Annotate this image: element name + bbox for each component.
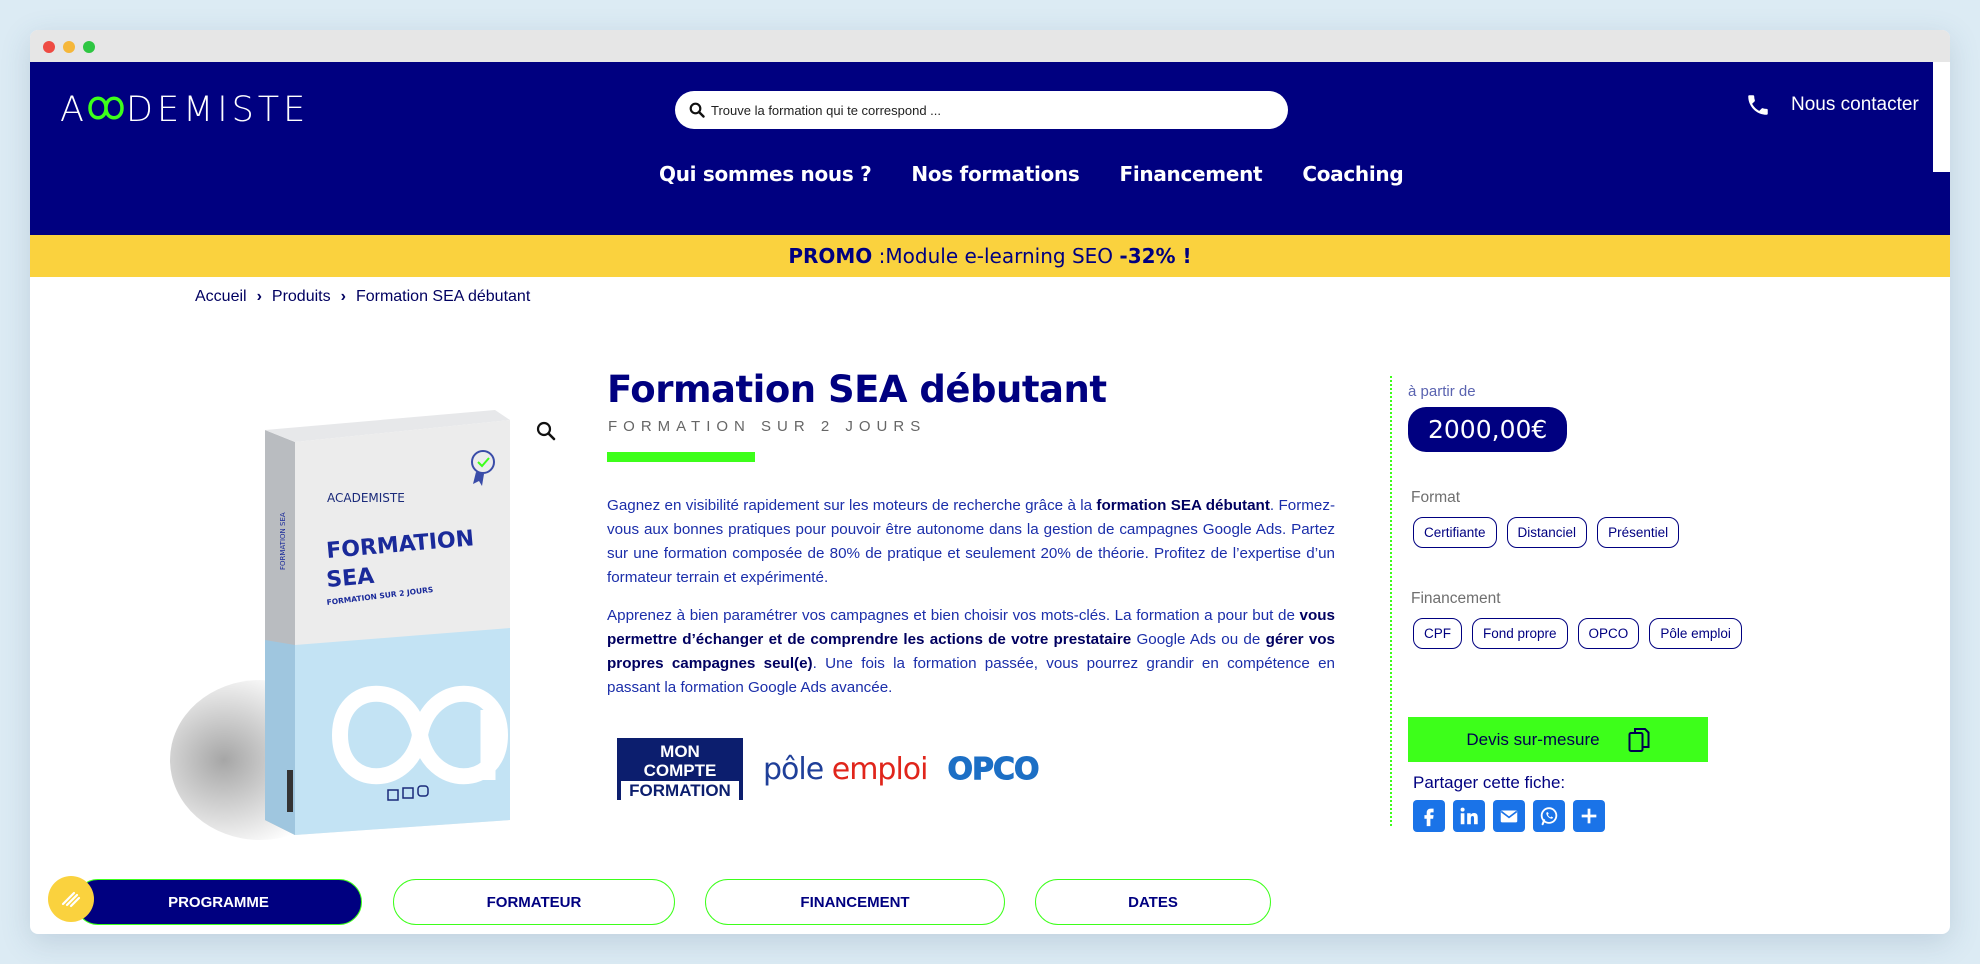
product-title: Formation SEA débutant [607,368,1107,411]
academiste-logo: A DEMISTE [60,90,309,130]
emploi-text: emploi [823,751,929,787]
opco-logo: OPCO [947,751,1040,787]
facebook-share-button[interactable] [1413,800,1445,832]
svg-text:DEMISTE: DEMISTE [126,90,309,128]
financing-chip-opco[interactable]: OPCO [1577,618,1640,649]
box-brand: ACADEMISTE [327,491,405,505]
close-window-dot[interactable] [43,41,55,53]
side-tab [1933,62,1950,172]
quote-button[interactable]: Devis sur-mesure [1408,717,1708,762]
browser-window: A DEMISTE Nous contacter Qui sommes nous… [30,30,1950,934]
mcf-line: MON [660,742,700,761]
main-nav: Qui sommes nous ? Nos formations Finance… [659,162,1443,186]
nav-item-formations[interactable]: Nos formations [911,162,1079,186]
badge-icon [48,876,94,922]
financing-chip-pole-emploi[interactable]: Pôle emploi [1649,618,1742,649]
maximize-window-dot[interactable] [83,41,95,53]
quote-button-label: Devis sur-mesure [1466,729,1600,749]
whatsapp-icon [1540,807,1558,826]
mon-compte-formation-logo: MON COMPTE FORMATION [617,738,743,800]
box-title-line2: SEA [325,564,375,593]
phone-icon [1748,95,1768,115]
breadcrumb-home[interactable]: Accueil [195,288,247,306]
contact-label: Nous contacter [1791,94,1919,115]
pole-emploi-logo: pôle emploi [763,751,929,787]
price-from-label: à partir de [1408,383,1476,400]
text-span: Gagnez en visibilité rapidement sur les … [607,497,1097,514]
share-buttons [1413,800,1605,832]
promo-banner[interactable]: PROMO :Module e-learning SEO -32% ! [30,235,1950,277]
linkedin-share-button[interactable] [1453,800,1485,832]
share-label: Partager cette fiche: [1413,773,1566,792]
financing-chip-cpf[interactable]: CPF [1413,618,1462,649]
linkedin-icon [1460,807,1478,825]
financing-label: Financement [1411,590,1501,607]
plus-icon [1581,808,1597,824]
window-chrome [30,30,1950,62]
breadcrumb: Accueil › Produits › Formation SEA début… [195,288,530,306]
nav-item-about[interactable]: Qui sommes nous ? [659,162,872,186]
email-icon [1500,810,1518,823]
format-options: Certifiante Distanciel Présentiel [1413,517,1680,548]
email-share-button[interactable] [1493,800,1525,832]
chevron-right-icon: › [340,288,346,305]
format-label: Format [1411,489,1461,506]
financing-options: CPF Fond propre OPCO Pôle emploi [1413,618,1742,649]
title-underline [607,452,755,462]
site-header: A DEMISTE Nous contacter Qui sommes nous… [30,62,1950,235]
tab-programme[interactable]: PROGRAMME [75,879,362,925]
mcf-line: FORMATION [621,781,739,800]
format-chip-certifiante[interactable]: Certifiante [1413,517,1497,548]
more-share-button[interactable] [1573,800,1605,832]
nav-item-coaching[interactable]: Coaching [1302,162,1403,186]
product-box-image[interactable]: ACADEMISTE FORMATION SEA FORMATION SUR 2… [170,380,570,860]
product-subtitle: FORMATION SUR 2 JOURS [608,418,927,435]
zoom-icon[interactable] [535,420,557,442]
tab-financement[interactable]: FINANCEMENT [705,879,1005,925]
description-paragraph-1: Gagnez en visibilité rapidement sur les … [607,494,1335,590]
promo-label: PROMO [788,244,873,268]
svg-text:A: A [60,90,88,128]
site-logo[interactable]: A DEMISTE [60,88,340,135]
breadcrumb-products[interactable]: Produits [272,288,331,306]
contact-link[interactable]: Nous contacter [1745,92,1919,118]
pole-text: pôle [763,751,824,787]
breadcrumb-current: Formation SEA débutant [355,288,531,305]
facebook-icon [1424,808,1434,827]
funder-logos: MON COMPTE FORMATION pôle emploi OPCO [617,738,1040,800]
search-icon [689,102,705,118]
minimize-window-dot[interactable] [63,41,75,53]
copy-document-icon [1628,727,1650,752]
product-description: Gagnez en visibilité rapidement sur les … [607,494,1335,714]
text-span: Google Ads ou de [1131,631,1266,648]
box-spine-text: FORMATION SEA [279,512,287,570]
tab-formateur[interactable]: FORMATEUR [393,879,675,925]
mcf-line: COMPTE [643,761,717,780]
text-span: Apprenez à bien paramétrer vos campagnes… [607,607,1300,624]
search-bar[interactable] [675,91,1288,129]
financing-chip-fond-propre[interactable]: Fond propre [1472,618,1568,649]
format-chip-distanciel[interactable]: Distanciel [1506,517,1588,548]
whatsapp-share-button[interactable] [1533,800,1565,832]
text-bold: formation SEA débutant [1096,497,1270,514]
tab-dates[interactable]: DATES [1035,879,1271,925]
promo-text: :Module e-learning SEO [872,244,1120,268]
nav-item-financement[interactable]: Financement [1120,162,1263,186]
description-paragraph-2: Apprenez à bien paramétrer vos campagnes… [607,604,1335,700]
format-chip-presentiel[interactable]: Présentiel [1597,517,1680,548]
search-input[interactable] [711,102,1251,118]
promo-discount: -32% ! [1119,244,1192,268]
chevron-right-icon: › [256,288,262,305]
lines-icon [61,891,81,908]
sidebar-divider [1390,376,1393,826]
price-badge: 2000,00€ [1408,407,1568,452]
